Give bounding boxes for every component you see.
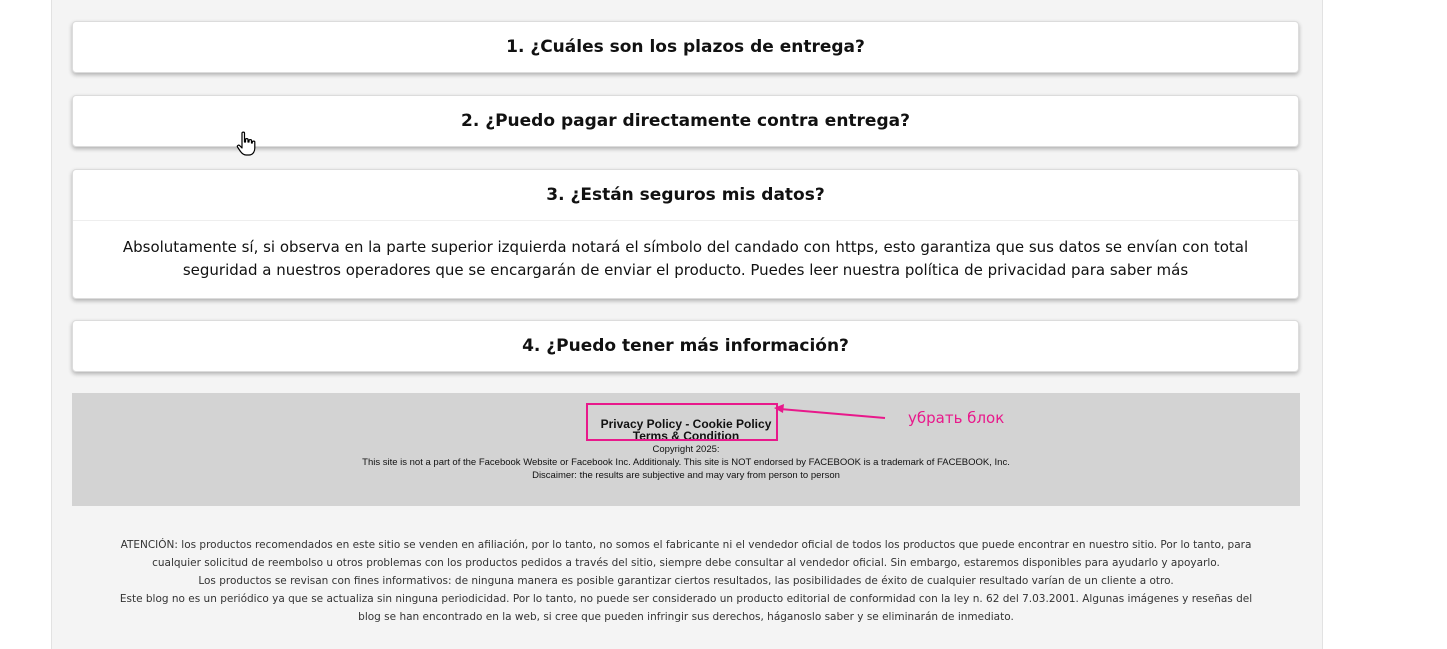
annotation-arrow-icon — [774, 404, 886, 419]
disclaimer-block: ATENCIÓN: los productos recomendados en … — [110, 536, 1262, 626]
annotation-highlight-box — [586, 403, 778, 441]
faq-question[interactable]: 4. ¿Puedo tener más información? — [73, 321, 1298, 371]
faq-question[interactable]: 1. ¿Cuáles son los plazos de entrega? — [73, 22, 1298, 72]
disclaimer-paragraph: Los productos se revisan con fines infor… — [198, 575, 1174, 587]
disclaimer-paragraph: Este blog no es un periódico ya que se a… — [119, 593, 1253, 623]
facebook-notice: This site is not a part of the Facebook … — [362, 457, 1010, 468]
faq-item-4[interactable]: 4. ¿Puedo tener más información? — [72, 320, 1299, 372]
annotation-text: убрать блок — [908, 409, 1005, 427]
faq-answer: Absolutamente sí, si observa en la parte… — [73, 220, 1298, 282]
copyright-text: Copyright 2025: — [652, 444, 720, 455]
results-notice: Discaimer: the results are subjective an… — [532, 470, 840, 481]
disclaimer-paragraph: ATENCIÓN: los productos recomendados en … — [120, 539, 1252, 569]
faq-item-1[interactable]: 1. ¿Cuáles son los plazos de entrega? — [72, 21, 1299, 73]
hand-pointer-icon — [236, 131, 256, 156]
faq-item-3[interactable]: 3. ¿Están seguros mis datos? Absolutamen… — [72, 169, 1299, 299]
faq-question[interactable]: 3. ¿Están seguros mis datos? — [73, 170, 1298, 220]
